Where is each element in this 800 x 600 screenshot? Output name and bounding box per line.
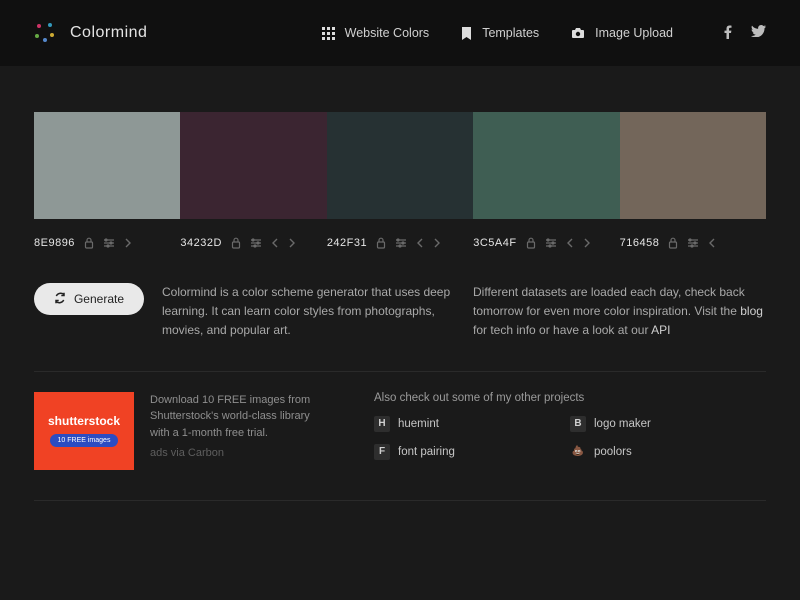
- sliders-icon[interactable]: [687, 238, 699, 248]
- ad-text: Download 10 FREE images from Shutterstoc…: [150, 392, 330, 470]
- swatch-4[interactable]: [473, 112, 619, 219]
- camera-icon: [571, 27, 585, 39]
- facebook-icon[interactable]: [723, 25, 733, 42]
- lock-icon[interactable]: [376, 237, 386, 249]
- hex-code[interactable]: 242F31: [327, 237, 367, 249]
- fontpairing-icon: F: [374, 444, 390, 460]
- chevron-left-icon[interactable]: [416, 238, 424, 248]
- swatch-5[interactable]: [620, 112, 766, 219]
- info-row: Generate Colormind is a color scheme gen…: [34, 283, 766, 341]
- hex-code[interactable]: 716458: [620, 237, 660, 249]
- lock-icon[interactable]: [84, 237, 94, 249]
- code-cell: 242F31: [327, 237, 473, 249]
- sliders-icon[interactable]: [250, 238, 262, 248]
- nav-label: Templates: [482, 26, 539, 40]
- nav-image-upload[interactable]: Image Upload: [571, 26, 673, 40]
- huemint-icon: H: [374, 416, 390, 432]
- project-logomaker[interactable]: Blogo maker: [570, 416, 766, 432]
- code-cell: 8E9896: [34, 237, 180, 249]
- chevron-right-icon[interactable]: [288, 238, 296, 248]
- divider: [34, 500, 766, 501]
- chevron-right-icon[interactable]: [583, 238, 591, 248]
- generate-button[interactable]: Generate: [34, 283, 144, 315]
- nav-label: Image Upload: [595, 26, 673, 40]
- ad-banner[interactable]: shutterstock 10 FREE images: [34, 392, 134, 470]
- grid-icon: [322, 27, 335, 40]
- chevron-right-icon[interactable]: [124, 238, 132, 248]
- logomaker-icon: B: [570, 416, 586, 432]
- sliders-icon[interactable]: [103, 238, 115, 248]
- code-cell: 34232D: [180, 237, 326, 249]
- chevron-left-icon[interactable]: [271, 238, 279, 248]
- lock-icon[interactable]: [231, 237, 241, 249]
- project-huemint[interactable]: Hhuemint: [374, 416, 570, 432]
- lock-icon[interactable]: [668, 237, 678, 249]
- api-link[interactable]: API: [651, 323, 670, 337]
- project-fontpairing[interactable]: Ffont pairing: [374, 444, 570, 460]
- nav: Website Colors Templates Image Upload: [322, 25, 766, 42]
- header: Colormind Website Colors Templates Image…: [0, 0, 800, 66]
- bookmark-icon: [461, 27, 472, 40]
- social-links: [723, 25, 766, 42]
- swatch-1[interactable]: [34, 112, 180, 219]
- divider: [34, 371, 766, 372]
- hex-code[interactable]: 34232D: [180, 237, 222, 249]
- sliders-icon[interactable]: [545, 238, 557, 248]
- other-projects: Also check out some of my other projects…: [374, 392, 766, 470]
- swatch-2[interactable]: [180, 112, 326, 219]
- poolors-icon: 💩: [570, 444, 586, 460]
- description-1: Colormind is a color scheme generator th…: [162, 283, 455, 341]
- projects-title: Also check out some of my other projects: [374, 392, 766, 404]
- twitter-icon[interactable]: [751, 25, 766, 42]
- hex-code[interactable]: 8E9896: [34, 237, 75, 249]
- project-poolors[interactable]: 💩poolors: [570, 444, 766, 460]
- nav-label: Website Colors: [345, 26, 430, 40]
- refresh-icon: [54, 292, 66, 307]
- logo-icon: [34, 22, 56, 44]
- footer-row: shutterstock 10 FREE images Download 10 …: [34, 392, 766, 470]
- code-cell: 3C5A4F: [473, 237, 619, 249]
- swatch-3[interactable]: [327, 112, 473, 219]
- chevron-right-icon[interactable]: [433, 238, 441, 248]
- ad-logo: shutterstock: [48, 414, 120, 428]
- description-2: Different datasets are loaded each day, …: [473, 283, 766, 341]
- nav-website-colors[interactable]: Website Colors: [322, 26, 430, 40]
- blog-link[interactable]: blog: [740, 304, 763, 318]
- ad-attribution[interactable]: ads via Carbon: [150, 445, 330, 462]
- chevron-left-icon[interactable]: [566, 238, 574, 248]
- ad-pill: 10 FREE images: [50, 434, 119, 447]
- sliders-icon[interactable]: [395, 238, 407, 248]
- nav-templates[interactable]: Templates: [461, 26, 539, 40]
- lock-icon[interactable]: [526, 237, 536, 249]
- code-cell: 716458: [620, 237, 766, 249]
- generate-label: Generate: [74, 292, 124, 306]
- palette-row: [34, 112, 766, 219]
- chevron-left-icon[interactable]: [708, 238, 716, 248]
- codes-row: 8E9896 34232D 242F31 3C5A4F 716: [34, 237, 766, 249]
- hex-code[interactable]: 3C5A4F: [473, 237, 516, 249]
- brand-name[interactable]: Colormind: [70, 24, 147, 42]
